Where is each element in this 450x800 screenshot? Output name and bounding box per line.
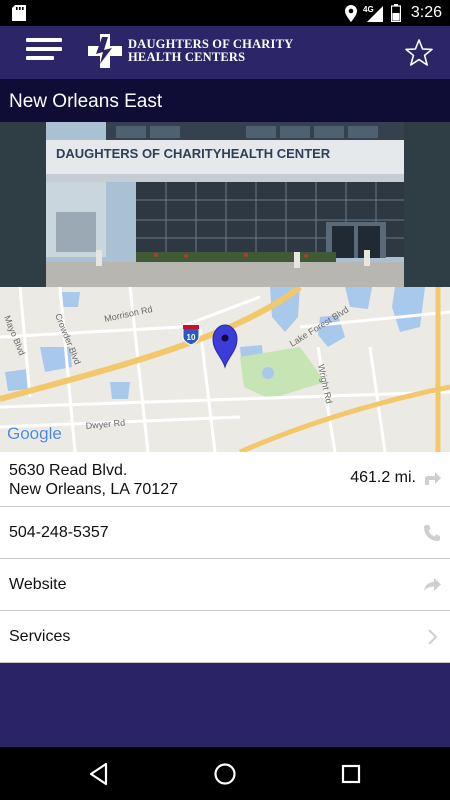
menu-icon: [26, 38, 62, 42]
app-bar: DAUGHTERS OF CHARITY HEALTH CENTERS: [0, 26, 450, 79]
directions-icon: [425, 472, 441, 485]
status-time: 3:26: [410, 4, 442, 21]
signal-icon: 4G: [363, 5, 383, 22]
sd-card-icon: [12, 5, 26, 21]
chevron-right-icon: [428, 628, 438, 645]
services-link: Services: [9, 627, 71, 645]
building-sign-text: DAUGHTERS OF CHARITYHEALTH CENTER: [56, 146, 331, 161]
cross-logo-icon: [88, 34, 122, 68]
page-title: New Orleans East: [9, 91, 163, 112]
services-row[interactable]: Services: [0, 611, 450, 663]
favorite-star-icon[interactable]: [404, 38, 434, 68]
svg-text:10: 10: [187, 333, 196, 342]
status-bar: 4G 3:26: [0, 0, 450, 26]
details-list: 5630 Read Blvd. New Orleans, LA 70127 46…: [0, 452, 450, 663]
share-arrow-icon: [424, 577, 441, 591]
facility-photo-illustration: DAUGHTERS OF CHARITYHEALTH CENTER: [46, 122, 404, 287]
distance: 461.2 mi.: [350, 469, 416, 486]
empty-area: [0, 665, 450, 747]
menu-button[interactable]: [26, 38, 64, 66]
website-link: Website: [9, 575, 67, 593]
website-row[interactable]: Website: [0, 559, 450, 611]
map-illustration: 10 Crowder Blvd Morrison Rd Mayo Blvd La…: [0, 287, 450, 452]
location-icon: [344, 4, 357, 22]
google-attribution: Google: [7, 424, 62, 443]
photo-strip: DAUGHTERS OF CHARITYHEALTH CENTER: [0, 122, 450, 287]
location-map[interactable]: 10 Crowder Blvd Morrison Rd Mayo Blvd La…: [0, 287, 450, 452]
home-icon[interactable]: [212, 761, 238, 787]
battery-icon: [390, 4, 401, 22]
address: 5630 Read Blvd. New Orleans, LA 70127: [9, 461, 178, 499]
logo-line-2: HEALTH CENTERS: [128, 50, 246, 64]
phone-number: 504-248-5357: [9, 523, 109, 541]
address-line-1: 5630 Read Blvd.: [9, 462, 128, 479]
back-icon[interactable]: [86, 761, 112, 787]
address-row[interactable]: 5630 Read Blvd. New Orleans, LA 70127 46…: [0, 452, 450, 507]
location-title-bar: New Orleans East: [0, 79, 450, 122]
address-line-2: New Orleans, LA 70127: [9, 481, 178, 498]
phone-row[interactable]: 504-248-5357: [0, 507, 450, 559]
system-nav-bar: [0, 747, 450, 800]
phone-icon: [424, 524, 440, 541]
svg-text:4G: 4G: [363, 5, 374, 14]
interstate-shield: 10: [182, 324, 200, 346]
facility-photo[interactable]: DAUGHTERS OF CHARITYHEALTH CENTER: [46, 122, 404, 287]
brand-logo: DAUGHTERS OF CHARITY HEALTH CENTERS: [88, 34, 293, 68]
recents-icon[interactable]: [338, 761, 364, 787]
